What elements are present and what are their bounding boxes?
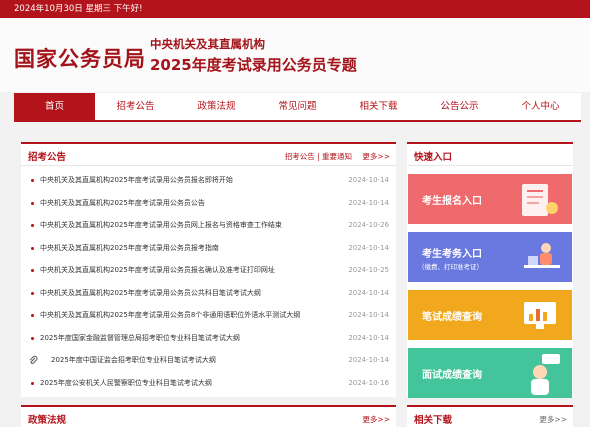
date-greeting: 2024年10月30日 星期三 下午好! [14, 4, 143, 14]
list-item[interactable]: 中央机关及其直属机构2025年度考试录用公务员网上报名与资格审查工作结束 202… [21, 215, 396, 238]
list-item-date: 2024-10-14 [348, 198, 389, 207]
list-item-date: 2024-10-26 [348, 221, 389, 229]
divider [21, 165, 396, 166]
bullet-icon [31, 179, 34, 182]
list-item-date: 2024-10-14 [348, 333, 389, 342]
bullet-icon [31, 246, 34, 250]
announcements-title: 招考公告 [28, 152, 67, 163]
nav-personal-center[interactable]: 个人中心 [500, 93, 581, 120]
exam-affairs-entry-button[interactable]: 考生考务入口 （缴费、打印准考证） [408, 232, 572, 282]
interview-score-entry-button[interactable]: 面试成绩查询 [408, 348, 572, 398]
interview-score-label: 面试成绩查询 [422, 370, 482, 381]
paperclip-icon [29, 355, 38, 365]
list-item-date: 2024-10-14 [348, 176, 389, 184]
exam-affairs-label: 考生考务入口 [422, 249, 482, 260]
announcements-tabs[interactable]: 招考公告 | 重要通知 [285, 151, 352, 162]
bullet-icon [31, 314, 34, 317]
top-bar: 2024年10月30日 星期三 下午好! [0, 0, 590, 18]
bullet-icon [31, 291, 34, 295]
registration-form-icon [522, 184, 558, 216]
list-item[interactable]: 2025年度中国证监会招考职位专业科目笔试考试大纲 2024-10-14 [21, 350, 396, 373]
nav-public-notices[interactable]: 公告公示 [419, 93, 500, 120]
list-item[interactable]: 中央机关及其直属机构2025年度考试录用公务员公共科目笔试考试大纲 2024-1… [21, 283, 396, 306]
written-score-entry-button[interactable]: 笔试成绩查询 [408, 290, 572, 340]
header: 国家公务员局 中央机关及其直属机构 2025年度考试录用公务员专题 [0, 18, 590, 92]
nav-faq[interactable]: 常见问题 [257, 93, 338, 120]
register-entry-button[interactable]: 考生报名入口 [408, 174, 572, 224]
list-item-date: 2024-10-14 [348, 288, 389, 297]
announcement-list: 中央机关及其直属机构2025年度考试录用公务员报名即将开始 2024-10-14… [21, 170, 396, 395]
bullet-icon [31, 224, 34, 227]
list-item[interactable]: 2025年度公安机关人民警察职位专业科目笔试考试大纲 2024-10-16 [21, 373, 396, 396]
list-item-title[interactable]: 中央机关及其直属机构2025年度考试录用公务员8个非通用语职位外语水平测试大纲 [40, 310, 340, 321]
list-item[interactable]: 2025年度国家金融监督管理总局招考职位专业科目笔试考试大纲 2024-10-1… [21, 328, 396, 351]
list-item-title[interactable]: 中央机关及其直属机构2025年度考试录用公务员公共科目笔试考试大纲 [40, 288, 340, 299]
main-nav: 首页 招考公告 政策法规 常见问题 相关下载 公告公示 个人中心 [14, 93, 581, 122]
list-item-date: 2024-10-16 [348, 378, 389, 387]
bullet-icon [31, 269, 34, 272]
quick-entry-panel: 快速入口 考生报名入口 考生考务入口 （缴费、打印准考证） 笔试成绩查询 面试成… [407, 142, 573, 398]
list-item-date: 2024-10-14 [348, 243, 389, 252]
header-subtitle-line1: 中央机关及其直属机构 [150, 37, 265, 51]
list-item-title[interactable]: 2025年度公安机关人民警察职位专业科目笔试考试大纲 [40, 378, 340, 389]
list-item-date: 2024-10-14 [348, 356, 389, 364]
list-item-title[interactable]: 中央机关及其直属机构2025年度考试录用公务员公告 [40, 198, 340, 209]
list-item-title[interactable]: 中央机关及其直属机构2025年度考试录用公务员报考指南 [40, 243, 340, 254]
downloads-title: 相关下载 [414, 415, 453, 426]
site-logo[interactable]: 国家公务员局 [14, 43, 146, 73]
nav-downloads[interactable]: 相关下载 [338, 93, 419, 120]
policy-panel: 政策法规 更多>> [21, 405, 396, 427]
nav-home[interactable]: 首页 [14, 93, 95, 120]
announcements-panel: 招考公告 招考公告 | 重要通知 更多>> 中央机关及其直属机构2025年度考试… [21, 142, 396, 397]
downloads-more-link[interactable]: 更多>> [539, 414, 567, 425]
written-score-label: 笔试成绩查询 [422, 312, 482, 323]
list-item-title[interactable]: 中央机关及其直属机构2025年度考试录用公务员报名即将开始 [40, 175, 340, 186]
monitor-chart-icon [524, 302, 556, 329]
policy-more-link[interactable]: 更多>> [362, 414, 390, 425]
list-item-title[interactable]: 中央机关及其直属机构2025年度考试录用公务员网上报名与资格审查工作结束 [40, 220, 340, 231]
downloads-panel: 相关下载 更多>> [407, 405, 573, 427]
bullet-icon [31, 336, 34, 340]
bullet-icon [31, 201, 34, 205]
list-item[interactable]: 中央机关及其直属机构2025年度考试录用公务员报考指南 2024-10-14 [21, 238, 396, 261]
interviewer-icon [531, 354, 560, 395]
nav-policies[interactable]: 政策法规 [176, 93, 257, 120]
list-item[interactable]: 中央机关及其直属机构2025年度考试录用公务员报名即将开始 2024-10-14 [21, 170, 396, 193]
register-entry-label: 考生报名入口 [422, 196, 482, 207]
quick-entry-title: 快速入口 [414, 152, 453, 163]
exam-affairs-sublabel: （缴费、打印准考证） [418, 263, 483, 271]
list-item[interactable]: 中央机关及其直属机构2025年度考试录用公务员8个非通用语职位外语水平测试大纲 … [21, 305, 396, 328]
list-item[interactable]: 中央机关及其直属机构2025年度考试录用公务员公告 2024-10-14 [21, 193, 396, 216]
policy-title: 政策法规 [28, 415, 67, 426]
list-item-title[interactable]: 2025年度国家金融监督管理总局招考职位专业科目笔试考试大纲 [40, 333, 340, 344]
person-at-desk-icon [524, 243, 560, 268]
list-item-date: 2024-10-25 [348, 266, 389, 274]
bullet-icon [31, 381, 34, 385]
nav-recruitment-notices[interactable]: 招考公告 [95, 93, 176, 120]
announcements-more-link[interactable]: 更多>> [362, 151, 390, 162]
list-item[interactable]: 中央机关及其直属机构2025年度考试录用公务员报名确认及准考证打印网址 2024… [21, 260, 396, 283]
divider [407, 165, 573, 166]
list-item-date: 2024-10-14 [348, 311, 389, 319]
list-item-title[interactable]: 2025年度中国证监会招考职位专业科目笔试考试大纲 [51, 355, 351, 366]
list-item-title[interactable]: 中央机关及其直属机构2025年度考试录用公务员报名确认及准考证打印网址 [40, 265, 340, 276]
header-subtitle-line2: 2025年度考试录用公务员专题 [150, 56, 357, 74]
